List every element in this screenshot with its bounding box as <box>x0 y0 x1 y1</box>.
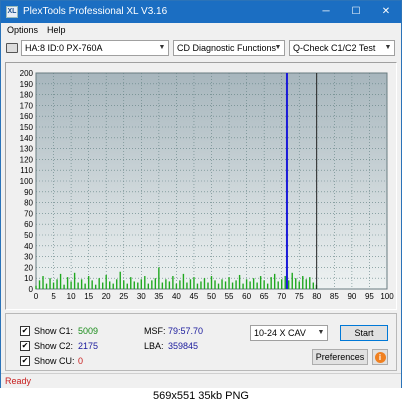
c2-count: 2175 <box>78 341 99 351</box>
x-tick-label: 0 <box>34 292 39 301</box>
x-tick-label: 20 <box>102 292 111 301</box>
y-tick-label: 70 <box>24 209 33 218</box>
x-tick-label: 25 <box>119 292 128 301</box>
x-tick-label: 70 <box>277 292 286 301</box>
lba-value: 359845 <box>168 341 199 351</box>
c1-count: 5009 <box>78 326 99 336</box>
x-tick-label: 5 <box>51 292 56 301</box>
y-tick-label: 10 <box>24 274 33 283</box>
y-tick-label: 110 <box>20 166 33 175</box>
y-tick-label: 20 <box>24 263 33 272</box>
chevron-down-icon: ▼ <box>384 44 392 51</box>
minimize-button[interactable]: ─ <box>311 1 341 23</box>
cu-count: 0 <box>78 356 84 366</box>
show-c1-checkbox[interactable]: ✔ <box>20 326 30 336</box>
results-panel: ✔ Show C1: 5009 ✔ Show C2: 2175 ✔ Show C… <box>5 313 397 371</box>
x-tick-label: 85 <box>330 292 339 301</box>
x-tick-label: 95 <box>365 292 374 301</box>
chart-panel: 0 10 20 30 40 50 60 70 80 90 100 110 120 130 140 150 160… <box>5 62 397 310</box>
msf-label: MSF: <box>144 326 166 336</box>
show-cu-checkbox[interactable]: ✔ <box>20 356 30 366</box>
y-tick-label: 90 <box>24 188 33 197</box>
window-title: PlexTools Professional XL V3.16 <box>23 6 168 17</box>
test-select[interactable]: Q-Check C1/C2 Test ▼ <box>289 40 395 56</box>
x-tick-label: 50 <box>207 292 216 301</box>
y-tick-label: 40 <box>24 242 33 251</box>
x-tick-label: 15 <box>84 292 93 301</box>
lba-label: LBA: <box>144 341 164 351</box>
toolbar: HA:8 ID:0 PX-760A ▼ CD Diagnostic Functi… <box>1 39 401 58</box>
preferences-button[interactable]: Preferences <box>312 349 368 365</box>
speed-select-value: 10-24 X CAV <box>254 328 306 338</box>
status-bar: Ready <box>1 373 401 388</box>
app-logo-icon: XL <box>6 6 18 18</box>
y-tick-label: 180 <box>20 91 34 100</box>
show-cu-label: Show CU: <box>34 356 75 366</box>
show-c2-checkbox[interactable]: ✔ <box>20 341 30 351</box>
x-tick-label: 40 <box>172 292 181 301</box>
start-button[interactable]: Start <box>340 325 388 341</box>
show-c1-label: Show C1: <box>34 326 74 336</box>
show-c2-label: Show C2: <box>34 341 74 351</box>
y-tick-label: 60 <box>24 220 33 229</box>
y-tick-label: 170 <box>20 101 34 110</box>
y-tick-label: 140 <box>20 134 34 143</box>
x-tick-label: 55 <box>225 292 234 301</box>
test-select-value: Q-Check C1/C2 Test <box>293 43 376 53</box>
x-tick-label: 90 <box>347 292 356 301</box>
menu-help[interactable]: Help <box>47 25 66 35</box>
app-window: XL PlexTools Professional XL V3.16 ─ ☐ ✕… <box>0 0 402 388</box>
y-tick-label: 100 <box>20 177 34 186</box>
y-tick-label: 30 <box>24 253 33 262</box>
y-tick-label: 160 <box>20 112 34 121</box>
x-tick-label: 100 <box>380 292 394 301</box>
chevron-down-icon: ▼ <box>317 329 325 336</box>
y-tick-label: 130 <box>20 145 34 154</box>
x-tick-label: 65 <box>260 292 269 301</box>
drive-select[interactable]: HA:8 ID:0 PX-760A ▼ <box>21 40 169 56</box>
msf-value: 79:57.70 <box>168 326 204 336</box>
menu-bar: Options Help <box>1 23 401 38</box>
drive-select-value: HA:8 ID:0 PX-760A <box>25 43 103 53</box>
x-tick-label: 10 <box>67 292 76 301</box>
y-tick-label: 120 <box>20 155 34 164</box>
status-text: Ready <box>5 376 32 386</box>
function-select-value: CD Diagnostic Functions <box>177 43 277 53</box>
maximize-button[interactable]: ☐ <box>341 1 371 23</box>
x-tick-label: 60 <box>242 292 251 301</box>
x-tick-label: 75 <box>295 292 304 301</box>
y-tick-label: 80 <box>24 199 33 208</box>
c1-c2-chart: 0102030405060708090100110120130140150160… <box>20 69 395 301</box>
drive-icon <box>6 43 18 53</box>
y-tick-label: 200 <box>20 69 34 78</box>
x-tick-label: 30 <box>137 292 146 301</box>
y-tick-label: 150 <box>20 123 34 132</box>
y-tick-label: 50 <box>24 231 33 240</box>
title-bar: XL PlexTools Professional XL V3.16 ─ ☐ ✕ <box>1 1 401 23</box>
x-tick-label: 45 <box>189 292 198 301</box>
x-tick-label: 80 <box>312 292 321 301</box>
x-tick-label: 35 <box>154 292 163 301</box>
image-caption: 569x551 35kb PNG <box>0 388 402 404</box>
function-select[interactable]: CD Diagnostic Functions ▼ <box>173 40 285 56</box>
y-tick-label: 190 <box>20 80 34 89</box>
menu-options[interactable]: Options <box>7 25 38 35</box>
chevron-down-icon: ▼ <box>274 44 282 51</box>
info-button[interactable]: i <box>372 349 388 365</box>
speed-select[interactable]: 10-24 X CAV ▼ <box>250 325 328 341</box>
close-button[interactable]: ✕ <box>371 1 401 23</box>
chevron-down-icon: ▼ <box>158 44 166 51</box>
info-icon: i <box>374 352 386 363</box>
